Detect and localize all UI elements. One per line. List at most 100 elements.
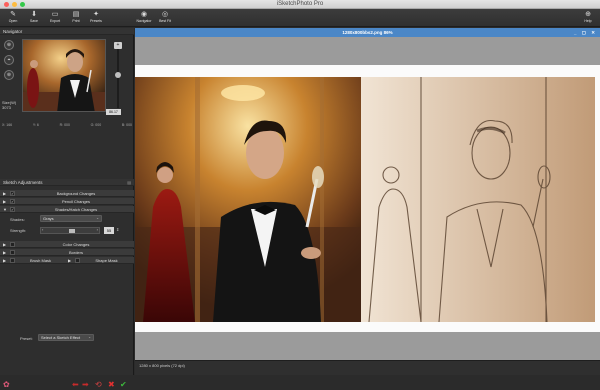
chevron-down-icon: ⌄ [96, 216, 99, 220]
navigator-title: Navigator [3, 29, 23, 34]
collapsed-arrow-icon[interactable]: ▶ [3, 257, 6, 264]
best-fit-icon: ◎ [161, 11, 169, 18]
collapsed-arrow-icon[interactable]: ▶ [3, 249, 6, 256]
help-button[interactable]: ⊕ Help [578, 10, 598, 26]
background-changes-row[interactable]: ▶ ✓ Background Changes [0, 190, 134, 197]
strength-slider-thumb[interactable] [69, 229, 75, 233]
flower-icon[interactable]: ✿ [3, 380, 10, 390]
document-window: 1280x800bbs2.png 86% _ ▢ ✕ 1280 x 800 pi… [135, 28, 600, 375]
zoom-in-icon[interactable]: ⊕ [4, 40, 14, 50]
y-coord: Y: 6 [32, 123, 39, 127]
shades-value: Grays [43, 216, 54, 221]
chevron-down-icon: ⌄ [88, 335, 91, 339]
reset-icon[interactable]: ⟲ [95, 380, 102, 390]
borders-checkbox[interactable] [10, 250, 15, 255]
document-title: 1280x800bbs2.png 86% [342, 30, 393, 35]
strength-label: Strength: [10, 228, 27, 233]
collapsed-arrow-icon[interactable]: ▶ [3, 198, 6, 205]
panel-menu-icon[interactable]: ▤ [127, 179, 131, 186]
export-button[interactable]: ▭ Export [45, 10, 65, 26]
document-window-controls[interactable]: _ ▢ ✕ [574, 28, 597, 37]
redo-icon[interactable]: ➡ [82, 380, 89, 390]
navigator-thumbnail[interactable] [22, 39, 106, 112]
brush-mask-label[interactable]: Brush Mask [18, 257, 63, 264]
document-title-bar: 1280x800bbs2.png 86% _ ▢ ✕ [135, 28, 600, 37]
presets-icon: ✦ [93, 11, 99, 18]
help-icon: ⊕ [585, 11, 591, 18]
zoom-plus-icon[interactable]: + [114, 42, 122, 49]
print-icon: ▤ [72, 11, 80, 18]
preset-value: Select a Sketch Effect [41, 335, 81, 340]
pixel-info-bar: X: 166 Y: 6 R: 000 G: 000 B: 000 [2, 123, 132, 127]
presets-label: Presets [90, 19, 102, 23]
brush-mask-checkbox[interactable] [10, 258, 15, 263]
expanded-arrow-icon[interactable]: ▼ [3, 206, 7, 213]
fit-icon[interactable]: ⊛ [4, 70, 14, 80]
pencil-changes-row[interactable]: ▶ ✓ Pencil Changes [0, 198, 134, 205]
background-changes-label: Background Changes [56, 191, 96, 196]
canvas-area[interactable] [135, 37, 600, 360]
pencil-changes-label: Pencil Changes [61, 199, 91, 204]
preset-label: Preset: [20, 336, 33, 341]
color-changes-checkbox[interactable] [10, 242, 15, 247]
help-label: Help [584, 19, 592, 23]
pencil-changes-checkbox[interactable]: ✓ [10, 199, 15, 204]
strength-slider[interactable]: ‹ › [40, 227, 100, 234]
collapsed-arrow-icon[interactable]: ▶ [68, 257, 71, 264]
b-value: B: 000 [121, 123, 132, 127]
mask-row: ▶ Brush Mask ▶ Shape Mask [0, 257, 134, 264]
color-changes-row[interactable]: ▶ Color Changes [0, 241, 134, 248]
save-label: Save [30, 19, 38, 23]
export-label: Export [49, 19, 61, 23]
left-panel: Navigator ⊕ ⌖ ⊛ Size(W) 3073 + 86.17 X: … [0, 28, 134, 389]
borders-label: Borders [68, 250, 83, 255]
print-label: Print [72, 19, 80, 23]
color-changes-label: Color Changes [62, 242, 90, 247]
sketch-adjustments-header: Sketch Adjustments ▤ [0, 179, 134, 186]
save-icon: ⬇ [31, 11, 37, 18]
shape-mask-label[interactable]: Shape Mask [84, 257, 129, 264]
slider-left-arrow-icon[interactable]: ‹ [42, 227, 43, 232]
presets-button[interactable]: ✦ Presets [86, 10, 106, 26]
apply-check-icon[interactable]: ✔ [120, 380, 127, 390]
stepper-icon[interactable]: ⇕ [116, 227, 119, 232]
window-title: iSketchPhoto Pro [276, 1, 324, 7]
shades-hatch-checkbox[interactable]: ✓ [10, 207, 15, 212]
navigator-button[interactable]: ◉ Navigator [134, 10, 154, 26]
zoom-slider-thumb[interactable] [115, 72, 121, 78]
shades-label: Shades: [10, 217, 25, 222]
sketch-adjustments-title: Sketch Adjustments [3, 180, 43, 185]
photo-image[interactable] [135, 77, 595, 322]
navigator-header: Navigator [0, 28, 134, 35]
main-toolbar: ✎ Open ⬇ Save ▭ Export ▤ Print ✦ Presets… [0, 9, 600, 27]
save-button[interactable]: ⬇ Save [24, 10, 44, 26]
r-value: R: 000 [59, 123, 70, 127]
pan-icon[interactable]: ⌖ [4, 55, 14, 65]
preset-dropdown[interactable]: Select a Sketch Effect ⌄ [38, 334, 94, 341]
shades-dropdown[interactable]: Grays ⌄ [40, 215, 102, 222]
shape-mask-checkbox[interactable] [75, 258, 80, 263]
zoom-slider[interactable]: + [114, 42, 122, 110]
status-bar: 1280 x 800 pixels (72 dpi) [135, 360, 600, 375]
cancel-icon[interactable]: ✖ [108, 380, 115, 390]
best-fit-button[interactable]: ◎ Best Fit [155, 10, 175, 26]
size-value: 3073 [2, 105, 11, 110]
open-label: Open [8, 19, 18, 23]
slider-right-arrow-icon[interactable]: › [97, 227, 98, 232]
collapsed-arrow-icon[interactable]: ▶ [3, 190, 6, 197]
x-coord: X: 166 [2, 123, 13, 127]
export-icon: ▭ [51, 11, 59, 18]
best-fit-label: Best Fit [159, 19, 171, 23]
strength-value-field[interactable]: 55 [104, 227, 114, 234]
print-button[interactable]: ▤ Print [66, 10, 86, 26]
shades-hatch-label: Shades/Hatch Changes [54, 207, 98, 212]
borders-row[interactable]: ▶ Borders [0, 249, 134, 256]
undo-icon[interactable]: ⬅ [72, 380, 79, 390]
collapsed-arrow-icon[interactable]: ▶ [3, 241, 6, 248]
navigator-icon: ◉ [140, 11, 148, 18]
background-changes-checkbox[interactable]: ✓ [10, 191, 15, 196]
zoom-value-field[interactable]: 86.17 [106, 109, 121, 115]
title-bar: iSketchPhoto Pro [0, 0, 600, 9]
shades-hatch-changes-row[interactable]: ▼ ✓ Shades/Hatch Changes [0, 206, 134, 213]
open-button[interactable]: ✎ Open [3, 10, 23, 26]
